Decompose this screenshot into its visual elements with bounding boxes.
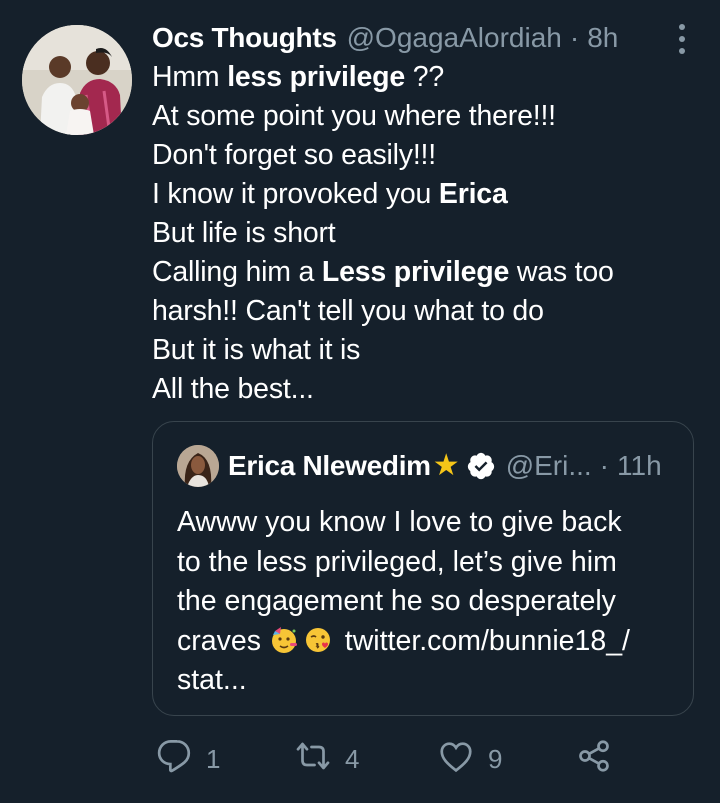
share-icon <box>576 738 612 781</box>
tweet-text-line: Hmm less privilege ?? <box>152 58 697 97</box>
quoted-tweet-time: 11h <box>617 450 662 481</box>
more-icon[interactable] <box>667 24 697 54</box>
tweet-text-line: At some point you where there!!! <box>152 97 697 136</box>
quoted-link[interactable]: twitter.com/bunnie18_/ <box>345 625 630 657</box>
tweet-text-segment: At some point you where there!!! <box>152 100 556 132</box>
author-name[interactable]: Ocs Thoughts <box>152 22 337 54</box>
tweet[interactable]: Ocs Thoughts @OgagaAlordiah · 8h Hmm les… <box>0 0 720 803</box>
tweet-text-line: But life is short <box>152 214 697 253</box>
party-face-emoji-icon <box>269 625 299 655</box>
quoted-tweet[interactable]: Erica Nlewedim ★ @Eri... · 11h Awww you … <box>152 421 694 716</box>
quoted-text-line: Awww you know I love to give back <box>177 506 622 538</box>
tweet-text-segment: All the best... <box>152 373 314 405</box>
tweet-text-segment: ?? <box>405 61 445 93</box>
quoted-author-handle: @Eri... <box>505 450 592 481</box>
tweet-text-segment: Calling him a <box>152 256 322 288</box>
tweet-actions: 1 4 9 <box>152 738 622 782</box>
tweet-text-segment: But it is what it is <box>152 334 361 366</box>
tweet-text-line: All the best... <box>152 370 697 409</box>
share-button[interactable] <box>576 738 612 781</box>
tweet-text-bold: Erica <box>438 178 508 210</box>
tweet-text-segment: harsh!! Can't tell you what to do <box>152 295 544 327</box>
quoted-tweet-header: Erica Nlewedim ★ @Eri... · 11h <box>177 444 673 488</box>
tweet-text-segment: Hmm <box>152 61 228 93</box>
tweet-text-segment: I know it provoked you <box>152 178 439 210</box>
tweet-header: Ocs Thoughts @OgagaAlordiah · 8h <box>152 18 697 58</box>
retweet-icon <box>295 738 331 781</box>
separator-dot: · <box>569 22 580 53</box>
quoted-tweet-text: Awww you know I love to give back to the… <box>177 503 677 701</box>
tweet-text-line: Calling him a Less privilege was too <box>152 253 697 292</box>
reply-icon <box>156 738 192 781</box>
quoted-author-avatar <box>177 445 219 487</box>
quoted-text-word: craves <box>177 624 261 657</box>
tweet-content: Ocs Thoughts @OgagaAlordiah · 8h Hmm les… <box>152 18 697 409</box>
tweet-text-bold: less privilege <box>227 61 405 93</box>
tweet-text-line: Don't forget so easily!!! <box>152 136 697 175</box>
retweet-count: 4 <box>345 744 360 774</box>
tweet-text-line: I know it provoked you Erica <box>152 175 697 214</box>
like-button[interactable]: 9 <box>438 738 502 781</box>
retweet-button[interactable]: 4 <box>295 738 359 781</box>
reply-button[interactable]: 1 <box>156 738 220 781</box>
tweet-text-line: harsh!! Can't tell you what to do <box>152 292 697 331</box>
reply-count: 1 <box>206 744 221 774</box>
tweet-text-segment: Don't forget so easily!!! <box>152 139 436 171</box>
quoted-author-name: Erica Nlewedim <box>228 450 431 481</box>
like-count: 9 <box>488 744 503 774</box>
verified-icon <box>466 451 496 481</box>
author-avatar[interactable] <box>22 25 132 135</box>
kissing-face-emoji-icon <box>303 625 333 655</box>
separator-dot: · <box>599 450 609 481</box>
tweet-text-segment: was too <box>509 256 614 288</box>
like-icon <box>438 738 474 781</box>
tweet-text-bold: Less privilege <box>321 256 510 288</box>
quoted-text-line: the engagement he so desperately <box>177 585 616 617</box>
author-handle[interactable]: @OgagaAlordiah <box>347 22 562 54</box>
tweet-time[interactable]: 8h <box>587 22 618 54</box>
tweet-text-segment: But life is short <box>152 217 336 249</box>
star-emoji-icon: ★ <box>432 449 460 482</box>
quoted-text-line: craves twitter.com/bunnie18_/ <box>177 622 677 662</box>
quoted-link-continued[interactable]: stat... <box>177 661 677 701</box>
tweet-text-line: But it is what it is <box>152 331 697 370</box>
tweet-text: Hmm less privilege ?? At some point you w… <box>152 58 697 409</box>
quoted-text-line: to the less privileged, let’s give him <box>177 545 617 578</box>
